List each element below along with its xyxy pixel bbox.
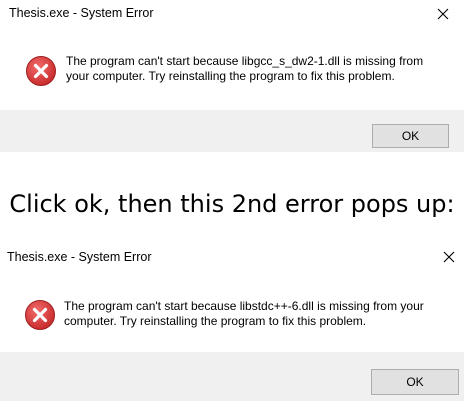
caption-text: Click ok, then this 2nd error pops up: — [9, 190, 455, 218]
message-line-1: The program can't start because libgcc_s… — [66, 54, 424, 68]
dialog-footer: OK — [0, 110, 464, 152]
dialog-title: Thesis.exe - System Error — [7, 250, 152, 264]
close-icon[interactable] — [435, 6, 451, 22]
close-icon[interactable] — [441, 249, 457, 265]
dialog-title: Thesis.exe - System Error — [9, 6, 154, 20]
system-error-dialog-2: Thesis.exe - System Error The program ca… — [0, 243, 464, 401]
error-icon — [24, 299, 56, 331]
ok-button[interactable]: OK — [372, 124, 449, 148]
error-message: The program can't start because libstdc+… — [64, 299, 424, 329]
system-error-dialog-1: Thesis.exe - System Error The program ca… — [0, 0, 464, 152]
ok-button[interactable]: OK — [371, 369, 459, 395]
dialog-footer: OK — [0, 352, 464, 401]
error-icon — [25, 55, 57, 87]
error-message: The program can't start because libgcc_s… — [66, 54, 423, 84]
message-line-2: your computer. Try reinstalling the prog… — [66, 69, 395, 83]
message-line-1: The program can't start because libstdc+… — [64, 299, 424, 313]
message-line-2: computer. Try reinstalling the program t… — [64, 314, 367, 328]
